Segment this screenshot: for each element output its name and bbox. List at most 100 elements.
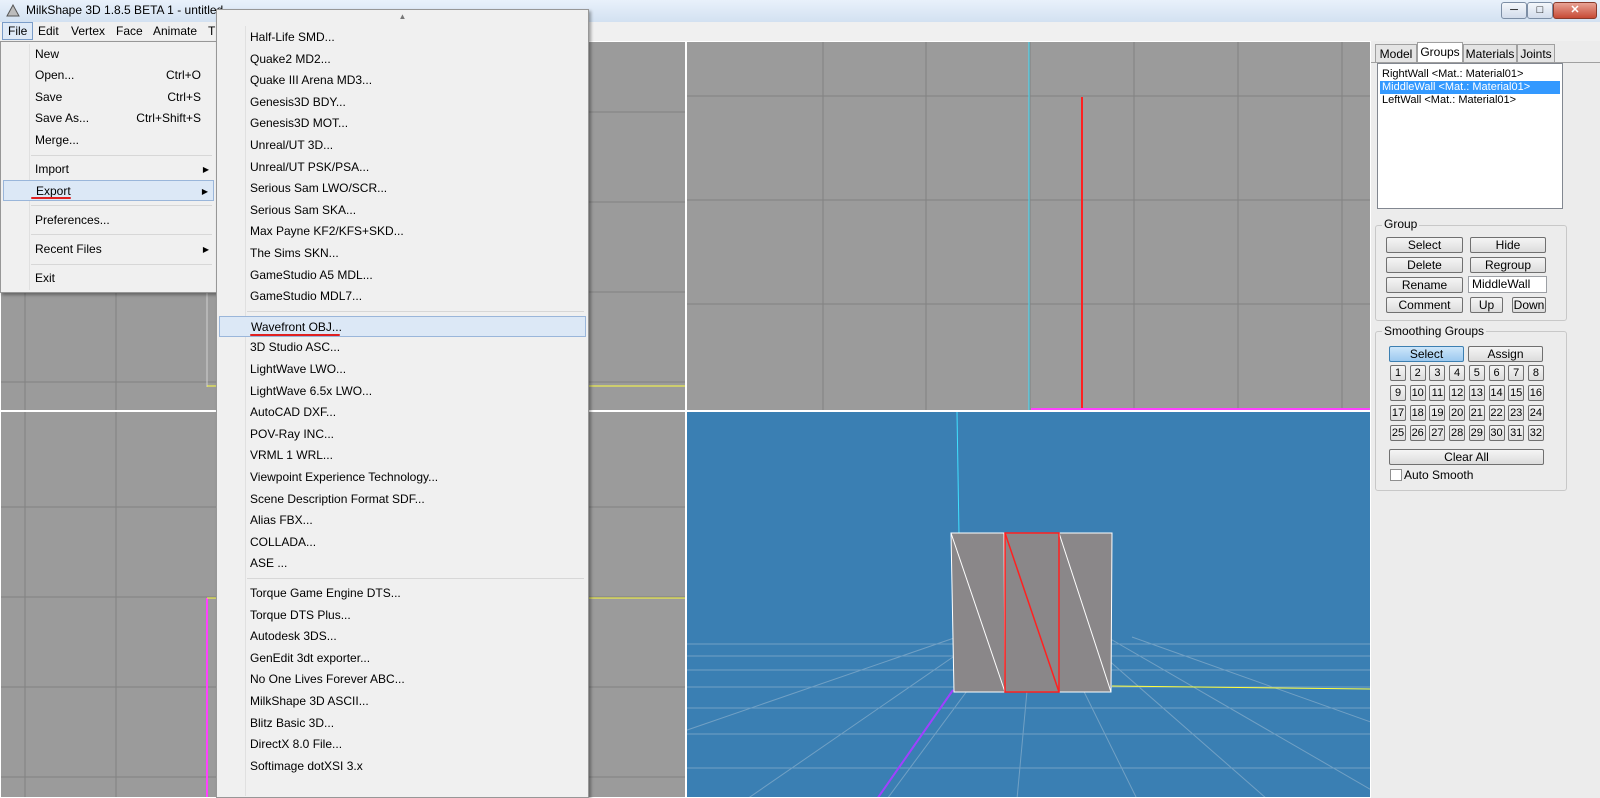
smoothing-group-button[interactable]: 31 bbox=[1508, 425, 1525, 441]
clear-all-button[interactable]: Clear All bbox=[1389, 449, 1544, 465]
smoothing-group-button[interactable]: 7 bbox=[1508, 365, 1525, 381]
export-format-item[interactable]: Serious Sam LWO/SCR... bbox=[219, 178, 586, 200]
smoothing-group-button[interactable]: 16 bbox=[1527, 385, 1544, 401]
export-format-item[interactable]: Unreal/UT 3D... bbox=[219, 135, 586, 157]
menu-item-recent-files[interactable]: Recent Files ▶ bbox=[3, 239, 214, 260]
smoothing-group-button[interactable]: 1 bbox=[1390, 365, 1406, 381]
group-regroup-button[interactable]: Regroup bbox=[1470, 257, 1546, 273]
export-format-item[interactable]: Torque DTS Plus... bbox=[219, 605, 586, 627]
menu-item-exit[interactable]: Exit bbox=[3, 268, 214, 289]
smoothing-group-button[interactable]: 10 bbox=[1409, 385, 1426, 401]
maximize-button[interactable]: □ bbox=[1527, 2, 1553, 19]
menu-item-save[interactable]: Save Ctrl+S bbox=[3, 87, 214, 108]
menu-vertex[interactable]: Vertex bbox=[66, 23, 110, 39]
export-format-item[interactable]: Torque Game Engine DTS... bbox=[219, 583, 586, 605]
menu-item-merge[interactable]: Merge... bbox=[3, 130, 214, 151]
list-item[interactable]: LeftWall <Mat.: Material01> bbox=[1380, 94, 1518, 107]
smoothing-select-button[interactable]: Select bbox=[1389, 346, 1464, 362]
menu-animate[interactable]: Animate bbox=[148, 23, 202, 39]
menu-edit[interactable]: Edit bbox=[33, 23, 64, 39]
smoothing-group-button[interactable]: 11 bbox=[1429, 385, 1446, 401]
export-format-item[interactable]: No One Lives Forever ABC... bbox=[219, 669, 586, 691]
smoothing-group-button[interactable]: 15 bbox=[1508, 385, 1525, 401]
smoothing-group-button[interactable]: 6 bbox=[1488, 365, 1505, 381]
menu-item-save-as[interactable]: Save As... Ctrl+Shift+S bbox=[3, 108, 214, 129]
smoothing-group-button[interactable]: 13 bbox=[1468, 385, 1485, 401]
list-item-selected[interactable]: MiddleWall <Mat.: Material01> bbox=[1380, 81, 1560, 94]
smoothing-group-button[interactable]: 4 bbox=[1449, 365, 1466, 381]
group-up-button[interactable]: Up bbox=[1470, 297, 1503, 313]
export-format-item[interactable]: Quake2 MD2... bbox=[219, 49, 586, 71]
auto-smooth-checkbox[interactable] bbox=[1390, 469, 1402, 481]
export-format-item[interactable]: Quake III Arena MD3... bbox=[219, 70, 586, 92]
smoothing-group-button[interactable]: 12 bbox=[1449, 385, 1466, 401]
export-format-item[interactable]: Softimage dotXSI 3.x bbox=[219, 756, 586, 778]
export-format-item[interactable]: GameStudio A5 MDL... bbox=[219, 265, 586, 287]
export-format-item[interactable]: LightWave 6.5x LWO... bbox=[219, 381, 586, 403]
smoothing-group-button[interactable]: 8 bbox=[1527, 365, 1544, 381]
smoothing-group-button[interactable]: 27 bbox=[1429, 425, 1446, 441]
smoothing-assign-button[interactable]: Assign bbox=[1468, 346, 1543, 362]
export-format-item[interactable]: GenEdit 3dt exporter... bbox=[219, 648, 586, 670]
smoothing-group-button[interactable]: 20 bbox=[1449, 405, 1466, 421]
smoothing-group-button[interactable]: 23 bbox=[1508, 405, 1525, 421]
minimize-button[interactable]: ─ bbox=[1501, 2, 1527, 19]
smoothing-group-button[interactable]: 24 bbox=[1527, 405, 1544, 421]
group-select-button[interactable]: Select bbox=[1386, 237, 1463, 253]
export-format-item[interactable]: DirectX 8.0 File... bbox=[219, 734, 586, 756]
group-comment-button[interactable]: Comment bbox=[1386, 297, 1463, 313]
export-format-item[interactable]: Serious Sam SKA... bbox=[219, 200, 586, 222]
export-format-item[interactable]: VRML 1 WRL... bbox=[219, 445, 586, 467]
smoothing-group-button[interactable]: 21 bbox=[1468, 405, 1485, 421]
export-format-item[interactable]: The Sims SKN... bbox=[219, 243, 586, 265]
export-format-item[interactable]: Half-Life SMD... bbox=[219, 27, 586, 49]
export-format-item[interactable]: Alias FBX... bbox=[219, 510, 586, 532]
menu-item-import[interactable]: Import ▶ bbox=[3, 159, 214, 180]
menu-item-new[interactable]: New bbox=[3, 44, 214, 65]
smoothing-group-button[interactable]: 17 bbox=[1390, 405, 1406, 421]
smoothing-group-button[interactable]: 9 bbox=[1390, 385, 1406, 401]
export-format-item[interactable]: GameStudio MDL7... bbox=[219, 286, 586, 308]
milkshape-app-icon[interactable] bbox=[6, 4, 20, 17]
export-format-item[interactable]: COLLADA... bbox=[219, 532, 586, 554]
smoothing-group-button[interactable]: 18 bbox=[1409, 405, 1426, 421]
export-format-item[interactable]: Autodesk 3DS... bbox=[219, 626, 586, 648]
export-format-item[interactable]: Blitz Basic 3D... bbox=[219, 713, 586, 735]
group-rename-button[interactable]: Rename bbox=[1386, 277, 1463, 293]
smoothing-group-button[interactable]: 30 bbox=[1488, 425, 1505, 441]
export-format-item[interactable]: Viewpoint Experience Technology... bbox=[219, 467, 586, 489]
menu-item-open[interactable]: Open... Ctrl+O bbox=[3, 65, 214, 86]
group-delete-button[interactable]: Delete bbox=[1386, 257, 1463, 273]
smoothing-group-button[interactable]: 29 bbox=[1468, 425, 1485, 441]
group-name-input[interactable]: MiddleWall bbox=[1468, 276, 1547, 293]
smoothing-group-button[interactable]: 28 bbox=[1449, 425, 1466, 441]
close-button[interactable]: ✕ bbox=[1553, 2, 1597, 19]
group-hide-button[interactable]: Hide bbox=[1470, 237, 1546, 253]
menu-item-preferences[interactable]: Preferences... bbox=[3, 210, 214, 231]
export-format-item[interactable]: Genesis3D BDY... bbox=[219, 92, 586, 114]
smoothing-group-button[interactable]: 26 bbox=[1409, 425, 1426, 441]
export-format-item[interactable]: LightWave LWO... bbox=[219, 359, 586, 381]
viewport-top-right[interactable] bbox=[686, 41, 1371, 411]
export-format-item[interactable]: Genesis3D MOT... bbox=[219, 113, 586, 135]
smoothing-group-button[interactable]: 5 bbox=[1468, 365, 1485, 381]
tab-materials[interactable]: Materials bbox=[1463, 44, 1517, 62]
smoothing-group-button[interactable]: 3 bbox=[1429, 365, 1446, 381]
smoothing-group-button[interactable]: 25 bbox=[1390, 425, 1406, 441]
export-format-item[interactable]: Unreal/UT PSK/PSA... bbox=[219, 157, 586, 179]
group-down-button[interactable]: Down bbox=[1512, 297, 1546, 313]
export-format-item[interactable]: ASE ... bbox=[219, 553, 586, 575]
tab-joints[interactable]: Joints bbox=[1517, 44, 1555, 62]
viewport-3d[interactable] bbox=[686, 411, 1371, 798]
smoothing-group-button[interactable]: 22 bbox=[1488, 405, 1505, 421]
menu-file[interactable]: File bbox=[2, 22, 34, 40]
export-format-item[interactable]: AutoCAD DXF... bbox=[219, 402, 586, 424]
export-format-item[interactable]: Max Payne KF2/KFS+SKD... bbox=[219, 221, 586, 243]
export-format-item[interactable]: MilkShape 3D ASCII... bbox=[219, 691, 586, 713]
scroll-up-arrow-icon[interactable]: ▲ bbox=[217, 12, 588, 21]
tab-model[interactable]: Model bbox=[1375, 44, 1417, 62]
menu-face[interactable]: Face bbox=[111, 23, 148, 39]
smoothing-group-button[interactable]: 2 bbox=[1409, 365, 1426, 381]
smoothing-group-button[interactable]: 14 bbox=[1488, 385, 1505, 401]
list-item[interactable]: RightWall <Mat.: Material01> bbox=[1380, 68, 1525, 81]
